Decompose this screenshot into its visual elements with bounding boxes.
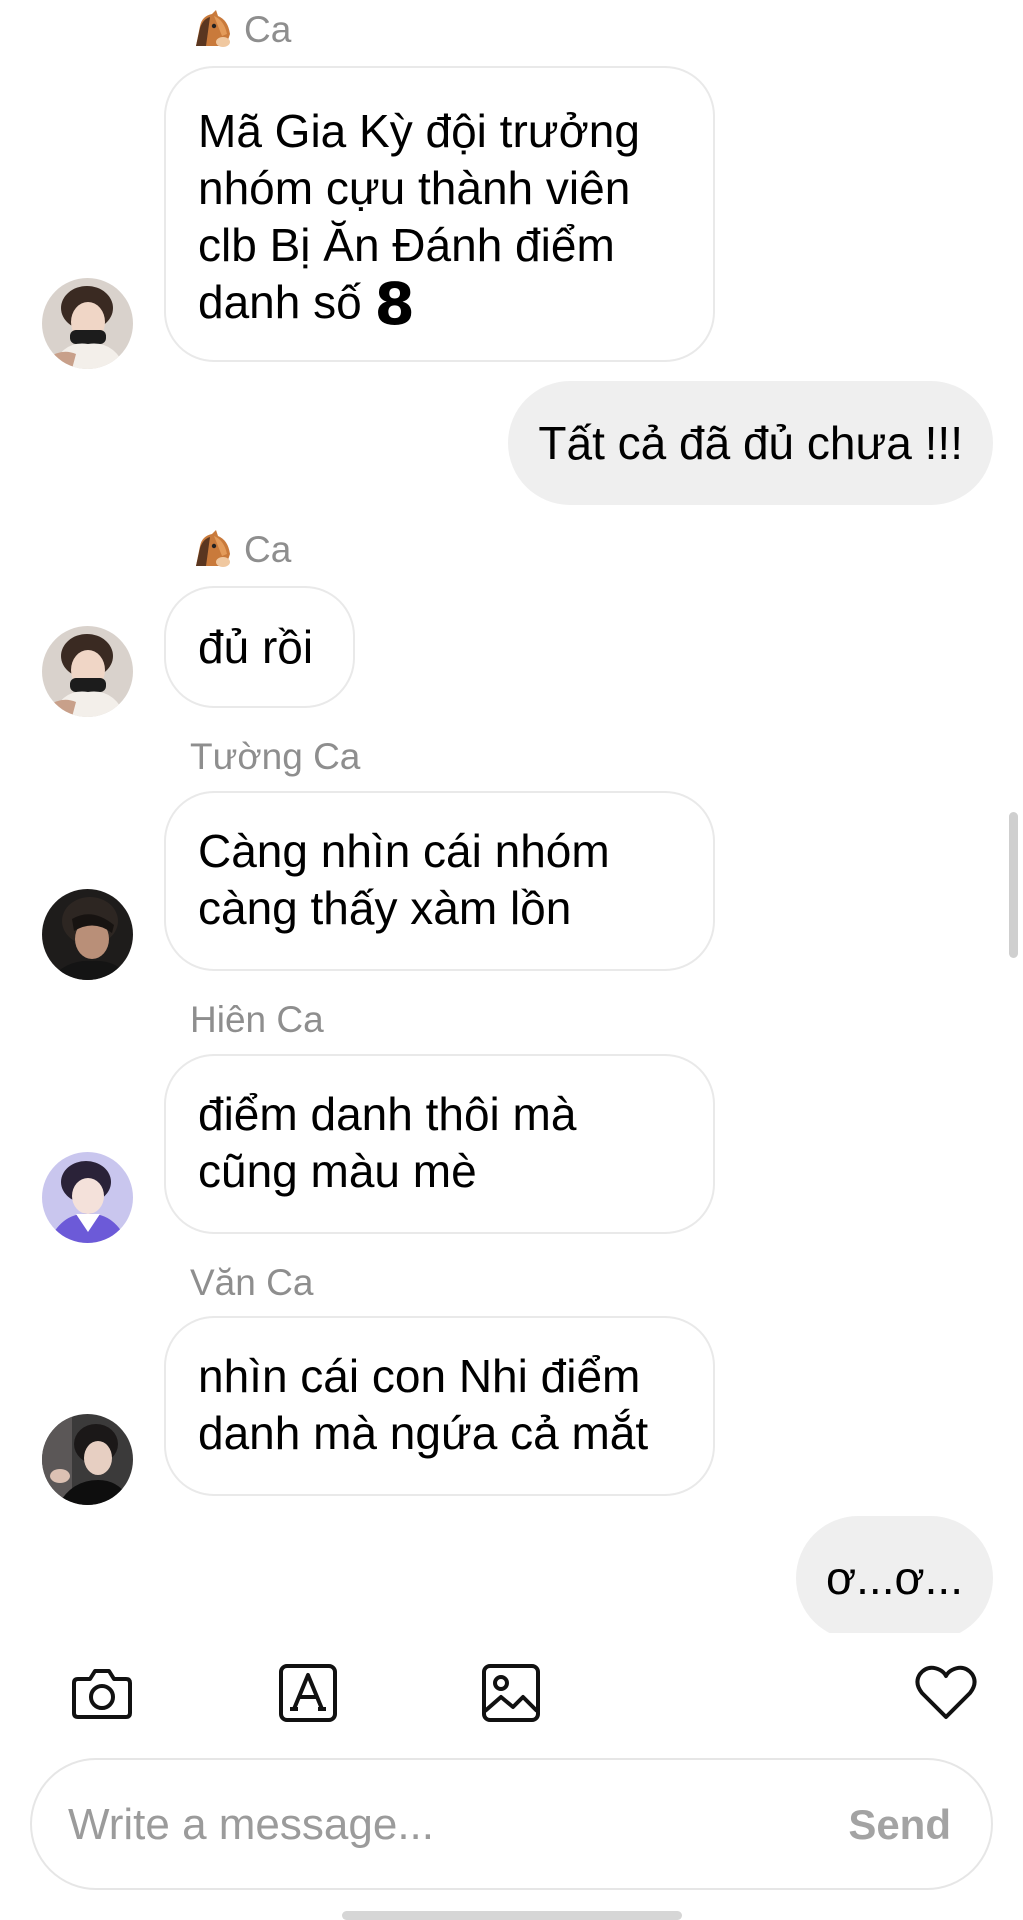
chat-screen: Ca Mã Gia Kỳ đội trưởng nhóm cựu thành v…	[0, 0, 1023, 1920]
camera-icon[interactable]	[70, 1661, 134, 1725]
outgoing-bubble[interactable]: ơ...ơ...	[795, 1516, 993, 1633]
send-button[interactable]: Send	[848, 1800, 951, 1850]
message-list-clip: ơ...ơ...	[0, 0, 1023, 1633]
message-composer: Send	[30, 1758, 993, 1890]
gallery-icon[interactable]	[479, 1661, 543, 1725]
message-input[interactable]	[66, 1784, 830, 1866]
message-text: ơ...ơ...	[825, 1552, 963, 1604]
text-style-icon[interactable]	[276, 1661, 340, 1725]
heart-icon[interactable]	[914, 1661, 978, 1725]
scrollbar[interactable]	[1009, 812, 1018, 958]
home-indicator	[342, 1911, 682, 1920]
